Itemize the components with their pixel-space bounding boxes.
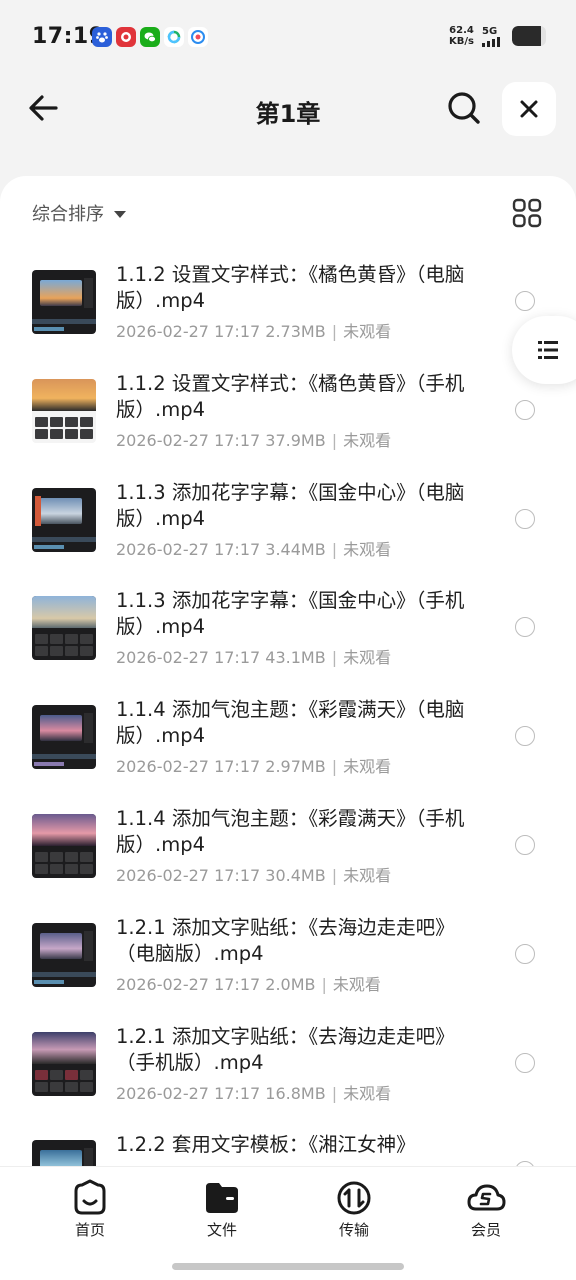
file-sheet: 综合排序 1.1.2 设置文字样式：《橘色黄昏》（电脑版）.mp4 2026-0… (0, 176, 576, 1166)
close-button[interactable] (502, 82, 556, 136)
file-title: 1.1.3 添加花字字幕：《国金中心》（手机版）.mp4 (116, 589, 465, 639)
video-thumbnail (32, 813, 96, 878)
home-face-icon (74, 1179, 106, 1215)
select-radio[interactable] (515, 1052, 535, 1073)
home-indicator[interactable] (172, 1263, 404, 1270)
nav-home-label: 首页 (74, 1221, 105, 1239)
grid-icon (512, 198, 542, 228)
wechat-app-icon (140, 27, 160, 47)
file-meta: 2026-02-27 17:17 2.73MB | 未观看 (116, 322, 392, 341)
file-title: 1.1.4 添加气泡主题：《彩霞满天》（电脑版）.mp4 (116, 698, 465, 748)
file-meta: 2026-02-27 17:17 37.9MB | 未观看 (116, 430, 392, 450)
status-right: 62.4 KB/s 5G (449, 25, 546, 47)
file-title: 1.1.3 添加花字字幕：《国金中心》（电脑版）.mp4 (116, 480, 465, 530)
bottom-nav: 首页 文件 传输 会员 (0, 1166, 576, 1280)
list-item[interactable]: 1.1.2 设置文字样式：《橘色黄昏》（手机版）.mp4 2026-02-27 … (0, 367, 576, 476)
file-meta: 2026-02-27 17:17 43.1MB | 未观看 (116, 648, 392, 668)
select-radio[interactable] (515, 726, 535, 747)
list-item[interactable]: 1.1.3 添加花字字幕：《国金中心》（电脑版）.mp4 2026-02-27 … (0, 476, 576, 585)
signal-indicator: 5G (482, 26, 504, 47)
file-title: 1.2.1 添加文字贴纸：《去海边走走吧》（手机版）.mp4 (116, 1024, 455, 1074)
sort-dropdown[interactable]: 综合排序 (32, 200, 126, 226)
net-speed: 62.4 KB/s (449, 25, 474, 47)
file-title: 1.2.2 套用文字模板：《湘江女神》 (116, 1133, 416, 1157)
select-radio[interactable] (515, 834, 535, 855)
nav-home[interactable]: 首页 (45, 1179, 135, 1240)
folder-icon (206, 1183, 238, 1213)
menu-icon (538, 341, 558, 359)
select-radio[interactable] (515, 399, 535, 420)
video-thumbnail (32, 705, 96, 770)
file-meta: 2026-02-27 17:17 30.4MB | 未观看 (116, 865, 392, 885)
nav-member-label: 会员 (470, 1221, 501, 1239)
file-meta: 2026-02-27 17:17 2.0MB | 未观看 (116, 974, 381, 994)
nav-member[interactable]: 会员 (441, 1179, 531, 1240)
file-list: 1.1.2 设置文字样式：《橘色黄昏》（电脑版）.mp4 2026-02-27 … (0, 258, 576, 1166)
baidu-app-icon (92, 27, 112, 47)
nav-transfer[interactable]: 传输 (309, 1179, 399, 1240)
game-app-icon (116, 27, 136, 47)
file-title: 1.1.2 设置文字样式：《橘色黄昏》（手机版）.mp4 (116, 371, 465, 421)
nav-files[interactable]: 文件 (177, 1179, 267, 1240)
file-meta: 2026-02-27 17:17 2.97MB | 未观看 (116, 757, 392, 777)
grid-view-button[interactable] (512, 198, 542, 228)
floating-menu-button[interactable] (512, 316, 576, 384)
search-icon (448, 92, 480, 124)
list-item[interactable]: 1.2.1 添加文字贴纸：《去海边走走吧》（电脑版）.mp4 2026-02-2… (0, 911, 576, 1020)
search-button[interactable] (444, 88, 484, 128)
video-thumbnail (32, 922, 96, 987)
video-thumbnail (32, 1031, 96, 1096)
close-icon (520, 100, 538, 118)
video-thumbnail (32, 1140, 96, 1166)
page-title: 第1章 (255, 100, 321, 128)
green-app-icon (164, 27, 184, 47)
header: 第1章 (0, 76, 576, 146)
list-item[interactable]: 1.1.3 添加花字字幕：《国金中心》（手机版）.mp4 2026-02-27 … (0, 584, 576, 693)
select-radio[interactable] (515, 508, 535, 529)
list-item[interactable]: 1.1.2 设置文字样式：《橘色黄昏》（电脑版）.mp4 2026-02-27 … (0, 258, 576, 367)
nav-transfer-label: 传输 (338, 1221, 369, 1239)
video-thumbnail (32, 270, 96, 334)
file-title: 1.2.1 添加文字贴纸：《去海边走走吧》（电脑版）.mp4 (116, 915, 455, 965)
file-meta: 2026-02-27 17:17 3.44MB | 未观看 (116, 539, 392, 559)
list-item[interactable]: 1.1.4 添加气泡主题：《彩霞满天》（手机版）.mp4 2026-02-27 … (0, 802, 576, 911)
transfer-icon (337, 1181, 371, 1215)
video-thumbnail (32, 596, 96, 661)
select-radio[interactable] (515, 943, 535, 964)
list-item[interactable]: 1.2.1 添加文字贴纸：《去海边走走吧》（手机版）.mp4 2026-02-2… (0, 1020, 576, 1129)
list-item[interactable]: 1.2.2 套用文字模板：《湘江女神》 (0, 1128, 576, 1166)
file-meta: 2026-02-27 17:17 16.8MB | 未观看 (116, 1083, 392, 1103)
caret-down-icon (114, 210, 126, 218)
cloud-member-icon (467, 1184, 506, 1211)
select-radio[interactable] (515, 291, 535, 311)
file-title: 1.1.4 添加气泡主题：《彩霞满天》（手机版）.mp4 (116, 806, 465, 856)
status-bar: 17:19 62.4 KB/s 5G (0, 0, 576, 76)
status-app-icons (92, 27, 208, 47)
select-radio[interactable] (515, 617, 535, 638)
file-title: 1.1.2 设置文字样式：《橘色黄昏》（电脑版）.mp4 (116, 263, 465, 312)
list-item[interactable]: 1.1.4 添加气泡主题：《彩霞满天》（电脑版）.mp4 2026-02-27 … (0, 693, 576, 802)
cloud-app-icon (188, 27, 208, 47)
video-thumbnail (32, 378, 96, 443)
signal-bars-icon (482, 36, 500, 47)
nav-files-label: 文件 (206, 1221, 237, 1239)
battery-icon (512, 26, 546, 46)
sort-label: 综合排序 (32, 204, 104, 225)
video-thumbnail (32, 487, 96, 552)
